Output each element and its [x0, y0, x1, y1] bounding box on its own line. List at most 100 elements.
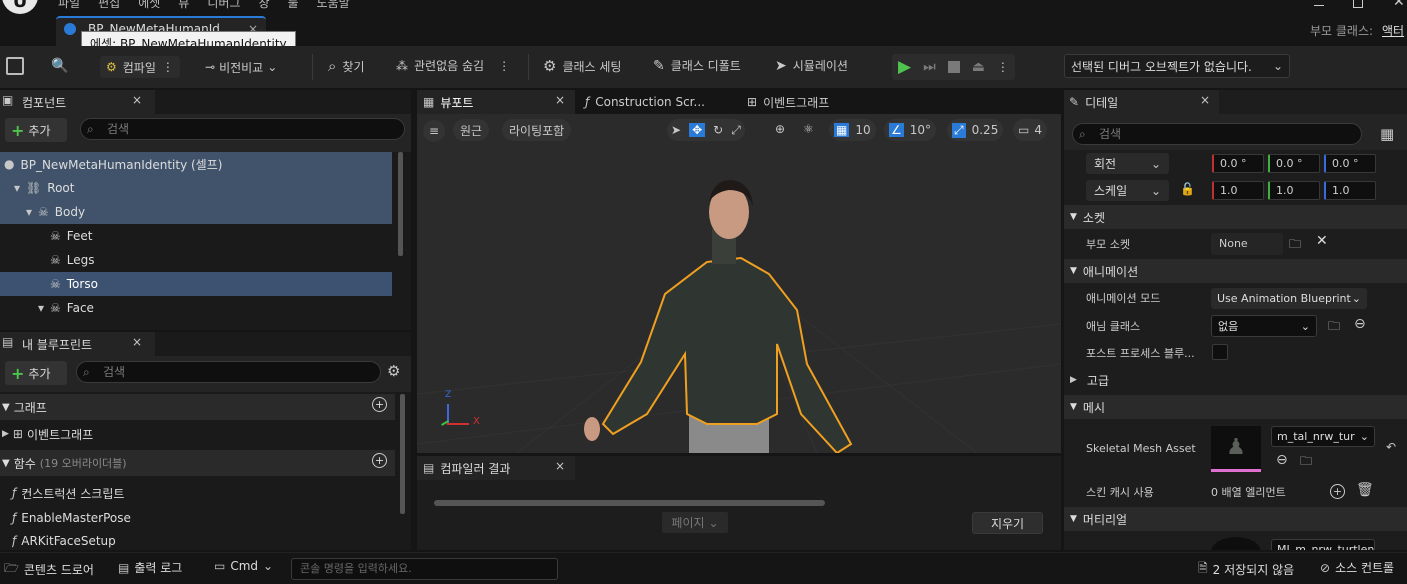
components-search-input[interactable]: ⌕ 검색: [80, 118, 405, 140]
menu-asset[interactable]: 에셋: [138, 0, 160, 11]
menu-tools[interactable]: 툴: [288, 0, 299, 11]
play-icon[interactable]: ▶: [898, 57, 911, 77]
trash-icon[interactable]: 🗑: [1356, 482, 1374, 498]
content-drawer-button[interactable]: 🗁 콘텐츠 드로어: [4, 559, 94, 580]
functions-section-header[interactable]: ▼ 함수 (19 오버라이더블) +: [0, 450, 395, 476]
mesh-section-header[interactable]: ▼ 메시: [1064, 395, 1407, 419]
viewport[interactable]: ≡ 원근 라이팅포함 ➤ ✥ ↻ ⤢ ⊕ ⚛ ▦ 10 ∠ 10° ⤢ 0.25…: [417, 114, 1061, 453]
perspective-button[interactable]: 원근: [453, 119, 490, 141]
viewport-menu-button[interactable]: ≡: [423, 120, 445, 142]
list-item-function[interactable]: ƒ EnableMasterPose: [12, 506, 131, 530]
maximize-icon[interactable]: [1353, 0, 1363, 8]
debug-object-dropdown[interactable]: 선택된 디버그 오브젝트가 없습니다. ⌄: [1064, 54, 1290, 78]
list-item-function[interactable]: ƒ 컨스트럭션 스크립트: [12, 481, 124, 505]
add-blueprint-item-button[interactable]: + 추가: [5, 361, 67, 385]
scale-dropdown[interactable]: 스케일 ⌄: [1086, 180, 1169, 201]
settings-gear-icon[interactable]: ⚙: [387, 362, 400, 380]
tree-item-feet[interactable]: ☠ Feet: [0, 224, 392, 248]
post-process-checkbox[interactable]: [1212, 344, 1228, 360]
rotation-dropdown[interactable]: 회전 ⌄: [1086, 153, 1169, 174]
console-input[interactable]: 콘솔 명령을 입력하세요.: [291, 558, 558, 580]
add-graph-icon[interactable]: +: [372, 397, 387, 412]
compile-button[interactable]: ⚙ 컴파일 ⋮: [100, 56, 180, 78]
close-window-icon[interactable]: ✕: [1393, 0, 1405, 10]
rotation-z-field[interactable]: 0.0 °: [1324, 154, 1376, 173]
menu-debug[interactable]: 디버그: [207, 0, 240, 11]
menu-file[interactable]: 파일: [58, 0, 80, 11]
parent-class-value[interactable]: 액터: [1382, 22, 1404, 39]
clear-socket-icon[interactable]: ✕: [1316, 233, 1328, 249]
world-local-icon[interactable]: ⊕: [775, 122, 785, 136]
scrollbar[interactable]: [398, 152, 403, 256]
scale-y-field[interactable]: 1.0: [1268, 181, 1320, 200]
tree-item-root[interactable]: ▾ ⛓ Root: [0, 176, 392, 200]
play-options-icon[interactable]: ⋮: [997, 60, 1009, 74]
tree-item-body[interactable]: ▾ ☠ Body: [0, 200, 392, 224]
close-tab-icon[interactable]: ×: [555, 93, 565, 107]
class-defaults-button[interactable]: ✎ 클래스 디폴트: [653, 57, 741, 74]
menu-edit[interactable]: 편집: [98, 0, 120, 11]
unsaved-button[interactable]: 🗎 2 저장되지 않음: [1198, 559, 1294, 580]
camera-speed-button[interactable]: ▭ 4: [1013, 119, 1047, 141]
material-thumbnail[interactable]: [1211, 537, 1261, 550]
tree-item-legs[interactable]: ☠ Legs: [0, 248, 392, 272]
browse-anim-class-icon[interactable]: 🗀: [1328, 317, 1340, 338]
table-view-icon[interactable]: ▦: [1380, 125, 1394, 143]
more-options-icon[interactable]: ⋮: [498, 59, 510, 73]
add-function-icon[interactable]: +: [372, 453, 387, 468]
lighting-button[interactable]: 라이팅포함: [502, 119, 572, 141]
eject-icon[interactable]: ⏏: [972, 59, 985, 75]
rotation-y-field[interactable]: 0.0 °: [1268, 154, 1320, 173]
socket-section-header[interactable]: ▼ 소켓: [1064, 205, 1407, 229]
details-search-input[interactable]: ⌕ 검색: [1072, 123, 1362, 145]
use-selected-icon[interactable]: ⊖: [1354, 316, 1366, 332]
browse-socket-icon[interactable]: 🗀: [1289, 235, 1301, 256]
tree-item-torso[interactable]: ☠ Torso: [0, 272, 392, 296]
menu-help[interactable]: 도움말: [317, 0, 350, 11]
tab-construction-script[interactable]: ƒ Construction Scr...: [585, 90, 705, 114]
browse-mesh-icon[interactable]: 🗀: [1300, 452, 1312, 473]
select-icon[interactable]: ➤: [671, 123, 681, 137]
menu-window[interactable]: 창: [258, 0, 269, 11]
parent-socket-field[interactable]: None: [1211, 233, 1283, 255]
use-selected-icon[interactable]: ⊖: [1276, 452, 1288, 468]
stop-icon[interactable]: [947, 61, 960, 73]
scale-x-field[interactable]: 1.0: [1212, 181, 1264, 200]
skeletal-mesh-thumbnail[interactable]: ♟: [1211, 426, 1261, 472]
unreal-logo-icon[interactable]: U: [2, 0, 38, 14]
close-panel-icon[interactable]: ×: [1200, 93, 1210, 107]
browse-asset-icon[interactable]: 🔍: [50, 57, 70, 75]
list-item-event-graph[interactable]: ▶ ⊞ 이벤트그래프: [0, 422, 93, 446]
page-dropdown[interactable]: 페이지 ⌄: [662, 512, 728, 533]
source-control-button[interactable]: ⊘ 소스 컨트롤: [1320, 559, 1394, 576]
tab-viewport[interactable]: ▦ 뷰포트 ×: [417, 90, 575, 114]
diff-button[interactable]: ⊸ 비전비교 ⌄: [205, 58, 277, 76]
scale-icon[interactable]: ⤢: [731, 123, 741, 138]
output-log-button[interactable]: ▤ 출력 로그: [118, 559, 182, 576]
compile-options-icon[interactable]: ⋮: [162, 60, 174, 74]
add-component-button[interactable]: + 추가: [5, 118, 67, 142]
advanced-section-header[interactable]: ▶ 고급: [1064, 368, 1407, 392]
material-section-header[interactable]: ▼ 머티리얼: [1064, 507, 1407, 531]
surface-snap-icon[interactable]: ⚛: [803, 122, 814, 136]
material-dropdown[interactable]: MI_m_nrw_turtlenec: [1271, 539, 1375, 550]
minimize-icon[interactable]: [1314, 5, 1324, 6]
angle-snap-button[interactable]: ∠ 10°: [884, 119, 937, 141]
class-settings-button[interactable]: ⚙ 클래스 세팅: [543, 57, 621, 75]
tab-event-graph[interactable]: ⊞ 이벤트그래프: [747, 90, 829, 114]
chevron-down-icon[interactable]: ▾: [38, 301, 44, 315]
blueprint-search-input[interactable]: ⌕ 검색: [76, 361, 381, 383]
save-icon[interactable]: [6, 57, 24, 75]
scale-snap-button[interactable]: ⤢ 0.25: [947, 119, 1004, 141]
close-panel-icon[interactable]: ×: [132, 335, 142, 349]
character-mesh[interactable]: [584, 180, 853, 453]
hide-unrelated-button[interactable]: ⁂ 관련없음 숨김 ⋮: [396, 57, 510, 74]
scrollbar[interactable]: [400, 394, 405, 514]
scale-z-field[interactable]: 1.0: [1324, 181, 1376, 200]
anim-class-dropdown[interactable]: 없음 ⌄: [1211, 315, 1317, 337]
clear-button[interactable]: 지우기: [972, 512, 1043, 534]
skeletal-mesh-dropdown[interactable]: m_tal_nrw_tur ⌄: [1271, 426, 1375, 447]
graphs-section-header[interactable]: ▼ 그래프 +: [0, 394, 395, 420]
tree-item-face[interactable]: ▾ ☠ Face: [0, 296, 392, 320]
add-element-icon[interactable]: +: [1330, 484, 1345, 499]
